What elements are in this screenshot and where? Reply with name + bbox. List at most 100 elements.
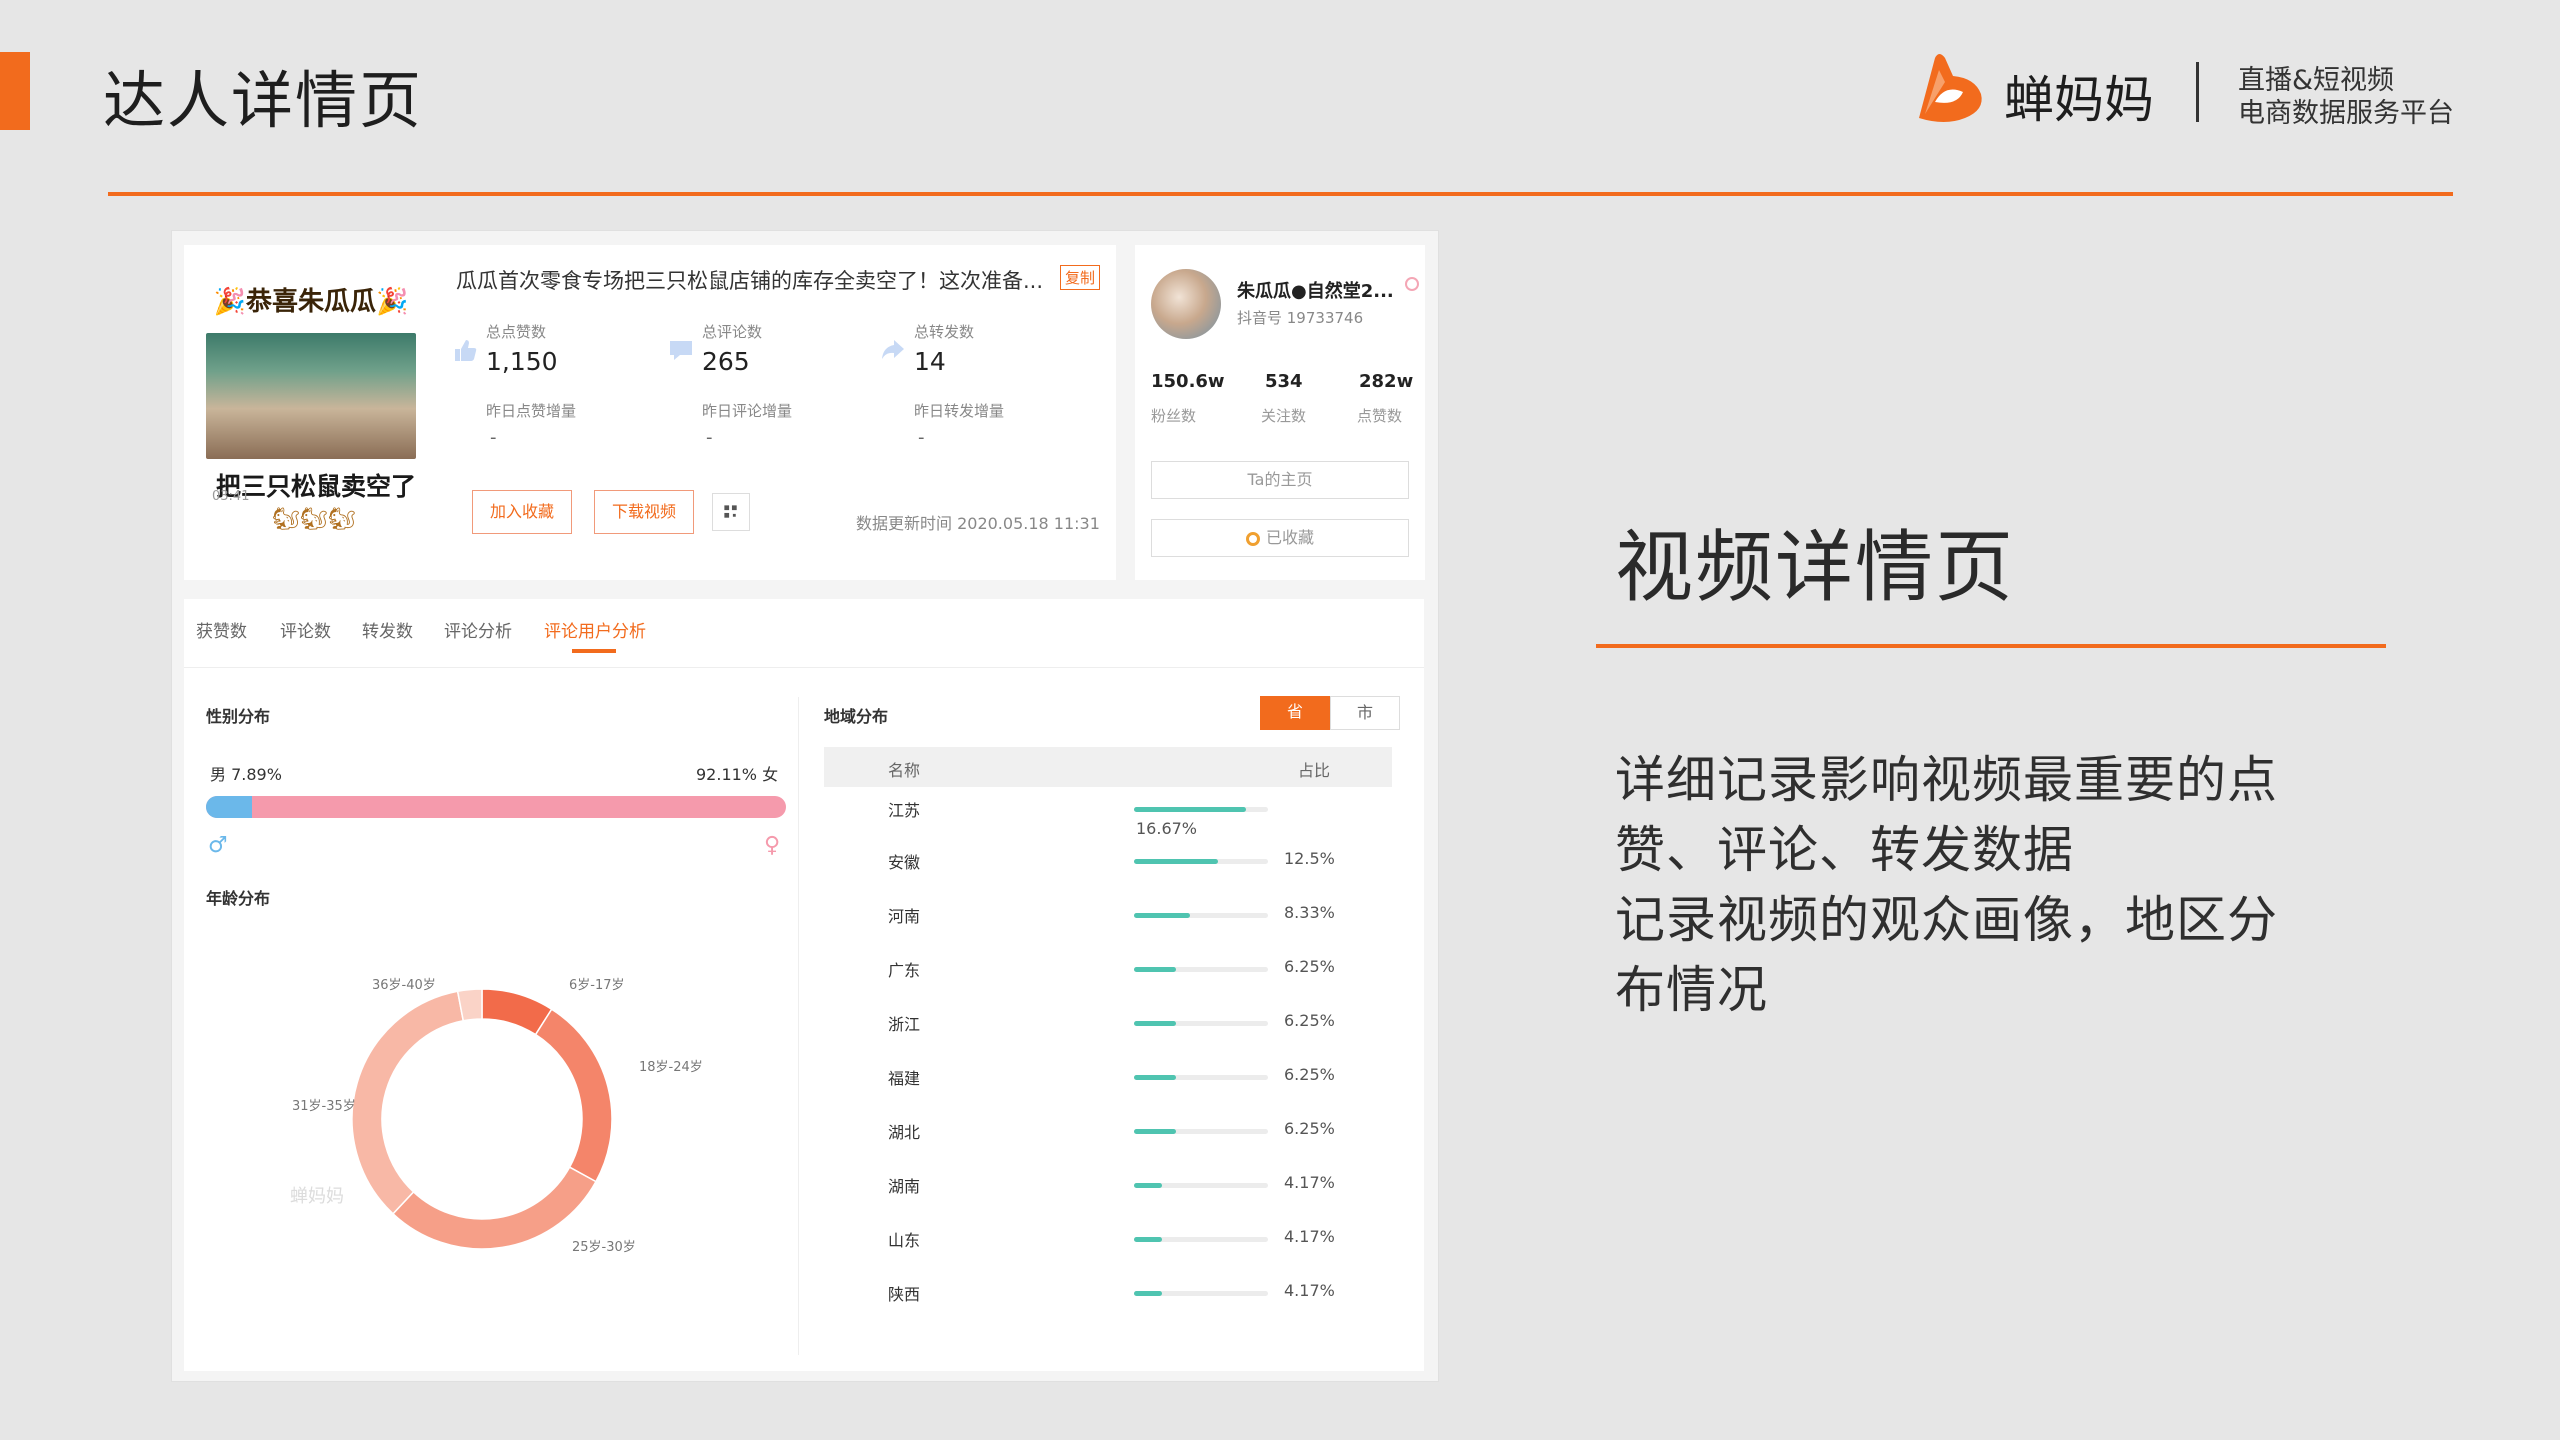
follower-count: 150.6w — [1151, 371, 1225, 392]
age-donut-chart: 6岁-17岁 18岁-24岁 25岁-30岁 31岁-35岁 36岁-40岁 — [292, 978, 703, 1255]
like-count: 282w — [1359, 371, 1414, 392]
video-info-card: 🎉恭喜朱瓜瓜🎉 把三只松鼠卖空了 03:41 🐿🐿🐿 瓜瓜首次零食专场把三只松鼠… — [184, 245, 1116, 580]
squirrel-emoji-icons: 🐿🐿🐿 — [272, 507, 356, 532]
age-donut-label: 18岁-24岁 — [639, 1060, 703, 1075]
section-divider — [1596, 644, 2386, 648]
share-icon — [882, 340, 904, 359]
region-row-name: 河南 — [888, 907, 921, 926]
author-name[interactable]: 朱瓜瓜●自然堂2... — [1237, 277, 1394, 303]
region-row-bar-fill — [1134, 1291, 1162, 1296]
region-row-share: 16.67% — [1136, 819, 1198, 838]
column-header-share: 占比 — [1298, 761, 1331, 780]
region-row-bar — [1134, 807, 1268, 812]
like-label: 点赞数 — [1357, 407, 1403, 425]
chart-watermark: 蝉妈妈 — [290, 1186, 344, 1207]
saved-label: 已收藏 — [1265, 528, 1314, 547]
thumbnail-photo — [206, 333, 416, 459]
stat-label-comments: 总评论数 — [702, 323, 763, 341]
region-row-bar — [1134, 859, 1268, 864]
region-row-share: 8.33% — [1284, 903, 1335, 922]
stat-delta-label-comments: 昨日评论增量 — [702, 402, 793, 420]
age-donut-slice[interactable] — [534, 1008, 613, 1183]
column-header-name: 名称 — [888, 761, 921, 780]
region-row-bar-fill — [1134, 1075, 1176, 1080]
description-line: 详细记录影响视频最重要的点 — [1615, 751, 2278, 809]
region-row-bar — [1134, 967, 1268, 972]
brand-name: 蝉妈妈 — [2004, 71, 2154, 129]
region-row-bar-fill — [1134, 807, 1246, 812]
age-donut-label: 36岁-40岁 — [372, 978, 436, 993]
stat-label-likes: 总点赞数 — [486, 323, 547, 341]
following-label: 关注数 — [1261, 407, 1307, 425]
stat-delta-likes: - — [490, 427, 497, 448]
region-row-share: 4.17% — [1284, 1227, 1335, 1246]
stat-label-shares: 总转发数 — [914, 323, 975, 341]
data-update-time: 数据更新时间 2020.05.18 11:31 — [856, 514, 1100, 533]
app-screenshot: 🎉恭喜朱瓜瓜🎉 把三只松鼠卖空了 03:41 🐿🐿🐿 瓜瓜首次零食专场把三只松鼠… — [172, 231, 1438, 1381]
region-table-header: 名称 占比 — [824, 747, 1392, 787]
follower-label: 粉丝数 — [1151, 407, 1197, 425]
description-line: 布情况 — [1615, 961, 1768, 1019]
region-row-bar-fill — [1134, 1183, 1162, 1188]
brand-tagline-2: 电商数据服务平台 — [2238, 98, 2454, 129]
region-section-title: 地域分布 — [824, 707, 889, 726]
video-title: 瓜瓜首次零食专场把三只松鼠店铺的库存全卖空了！这次准备... — [456, 269, 1044, 293]
comment-icon — [670, 341, 692, 360]
city-toggle[interactable]: 市 — [1330, 696, 1400, 730]
female-icon — [1405, 277, 1419, 291]
region-row-name: 安徽 — [888, 853, 921, 872]
slide-title: 达人详情页 — [103, 64, 424, 137]
age-donut-label: 25岁-30岁 — [572, 1240, 636, 1255]
section-title: 视频详情页 — [1615, 523, 2016, 613]
region-row-name: 江苏 — [888, 801, 921, 820]
stat-delta-label-likes: 昨日点赞增量 — [486, 402, 577, 420]
region-row-share: 6.25% — [1284, 1011, 1335, 1030]
header-divider — [108, 192, 2453, 196]
stat-delta-shares: - — [918, 427, 925, 448]
thumbnail-banner: 🎉恭喜朱瓜瓜🎉 — [213, 287, 409, 317]
region-row-name: 湖南 — [888, 1177, 921, 1196]
accent-bar — [0, 52, 30, 130]
region-row-share: 6.25% — [1284, 957, 1335, 976]
region-row-name: 浙江 — [888, 1015, 921, 1034]
region-row-share: 6.25% — [1284, 1065, 1335, 1084]
stat-value-comments: 265 — [702, 347, 750, 376]
stat-value-shares: 14 — [914, 347, 946, 376]
avatar[interactable] — [1151, 269, 1221, 339]
age-donut-label: 6岁-17岁 — [569, 978, 625, 993]
douyin-id: 抖音号 19733746 — [1237, 309, 1364, 327]
download-video-button[interactable]: 下载视频 — [594, 490, 694, 534]
region-row-bar-fill — [1134, 967, 1176, 972]
region-row-name: 广东 — [888, 961, 921, 980]
region-row-bar — [1134, 1183, 1268, 1188]
copy-button[interactable]: 复制 — [1060, 265, 1101, 290]
qr-code-icon — [724, 505, 737, 518]
region-row-share: 6.25% — [1284, 1119, 1335, 1138]
province-toggle[interactable]: 省 — [1260, 696, 1330, 730]
age-donut-label: 31岁-35岁 — [292, 1099, 356, 1114]
description-line: 记录视频的观众画像，地区分 — [1615, 891, 2278, 949]
saved-button[interactable]: 已收藏 — [1151, 519, 1409, 557]
brand-separator — [2196, 62, 2199, 122]
add-favorite-button[interactable]: 加入收藏 — [472, 490, 572, 534]
video-duration: 03:41 — [212, 489, 250, 504]
age-donut-slice[interactable] — [391, 1166, 597, 1250]
chanmama-logo-icon — [1919, 54, 1982, 122]
region-row-bar — [1134, 1075, 1268, 1080]
region-row-share: 4.17% — [1284, 1173, 1335, 1192]
region-row-bar — [1134, 1129, 1268, 1134]
thumbs-up-icon — [455, 340, 477, 361]
description-line: 赞、评论、转发数据 — [1615, 821, 2074, 879]
age-donut-slice[interactable] — [351, 990, 465, 1215]
region-row-bar-fill — [1134, 913, 1190, 918]
region-row-share: 4.17% — [1284, 1281, 1335, 1300]
region-row-name: 福建 — [888, 1069, 921, 1088]
analysis-card: 获赞数 评论数 转发数 评论分析 评论用户分析 性别分布 男 7.89% 92.… — [184, 599, 1424, 1371]
stat-delta-comments: - — [706, 427, 713, 448]
qr-code-button[interactable] — [712, 493, 750, 531]
stat-delta-label-shares: 昨日转发增量 — [914, 402, 1005, 420]
video-thumbnail[interactable]: 🎉恭喜朱瓜瓜🎉 把三只松鼠卖空了 03:41 🐿🐿🐿 — [206, 281, 416, 571]
region-row-bar-fill — [1134, 1237, 1162, 1242]
region-row-bar — [1134, 1291, 1268, 1296]
author-homepage-button[interactable]: Ta的主页 — [1151, 461, 1409, 499]
